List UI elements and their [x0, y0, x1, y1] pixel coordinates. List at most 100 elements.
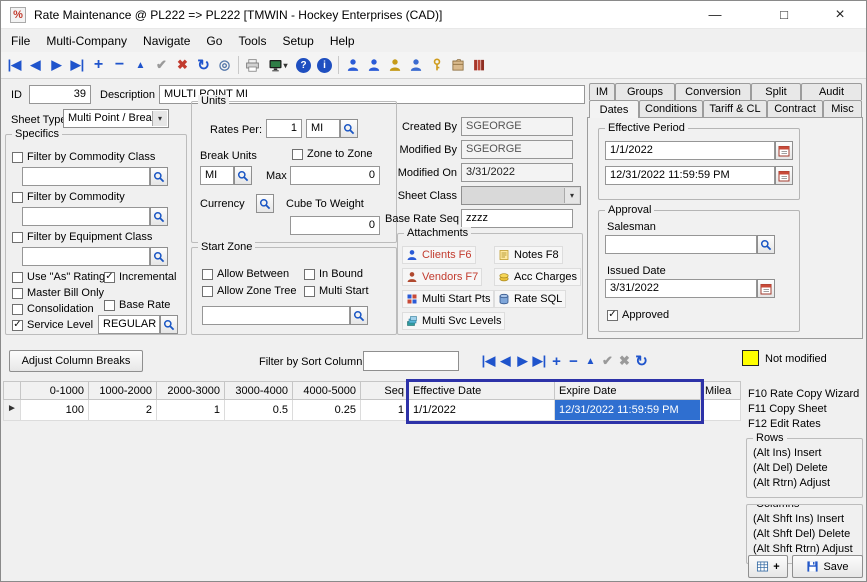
in-bound-checkbox[interactable]: In Bound — [304, 268, 363, 280]
acc-charges-button[interactable]: Acc Charges — [494, 268, 581, 286]
filter-commodity-checkbox[interactable]: Filter by Commodity — [12, 191, 125, 203]
f10-rate-copy-wizard[interactable]: F10 Rate Copy Wizard — [748, 388, 859, 400]
filter-commodity-class-checkbox[interactable]: Filter by Commodity Class — [12, 151, 155, 163]
user-button[interactable] — [363, 54, 384, 76]
incremental-checkbox[interactable]: ✓Incremental — [104, 271, 176, 283]
grid-cell-seq[interactable]: 1 — [361, 400, 409, 421]
rates-per-field[interactable]: 1 — [266, 119, 302, 138]
tab-audit[interactable]: Audit — [801, 83, 862, 100]
rows-insert-shortcut[interactable]: (Alt Ins) Insert — [753, 447, 821, 459]
allow-between-checkbox[interactable]: Allow Between — [202, 268, 289, 280]
menu-tools[interactable]: Tools — [230, 31, 274, 51]
rate-sql-button[interactable]: Rate SQL — [494, 290, 566, 308]
grid-prev-button[interactable]: ◀ — [497, 350, 514, 372]
commodity-field[interactable] — [22, 207, 150, 226]
print-button[interactable] — [242, 54, 263, 76]
save-button[interactable]: Save — [792, 555, 863, 578]
base-rate-seq-field[interactable]: zzzz — [461, 209, 573, 228]
f11-copy-sheet[interactable]: F11 Copy Sheet — [748, 403, 827, 415]
grid-header-effective-date[interactable]: Effective Date — [409, 381, 555, 400]
multi-svc-levels-button[interactable]: Multi Svc Levels — [402, 312, 505, 330]
books-button[interactable] — [468, 54, 489, 76]
equipment-class-lookup-button[interactable] — [150, 247, 168, 266]
grid-header-3000-4000[interactable]: 3000-4000 — [225, 381, 293, 400]
currency-lookup-button[interactable] — [256, 194, 274, 213]
salesman-field[interactable] — [605, 235, 757, 254]
approved-checkbox[interactable]: ✓Approved — [607, 309, 669, 321]
delete-record-button[interactable]: − — [109, 54, 130, 76]
terminal-dropdown-button[interactable]: ▾ — [263, 54, 293, 76]
columns-adjust-shortcut[interactable]: (Alt Shft Rtrn) Adjust — [753, 543, 853, 555]
effective-start-calendar-button[interactable] — [775, 141, 793, 160]
last-record-button[interactable]: ▶| — [67, 54, 88, 76]
grid-cell-effective-date[interactable]: 1/1/2022 — [409, 400, 555, 421]
multi-start-pts-button[interactable]: Multi Start Pts — [402, 290, 494, 308]
menu-navigate[interactable]: Navigate — [135, 31, 198, 51]
multi-start-checkbox[interactable]: Multi Start — [304, 285, 369, 297]
max-field[interactable]: 0 — [290, 166, 380, 185]
grid-cell-2000-3000[interactable]: 1 — [157, 400, 225, 421]
grid-up-button[interactable]: ▲ — [582, 350, 599, 372]
id-field[interactable]: 39 — [29, 85, 91, 104]
filter-by-sort-column-input[interactable] — [363, 351, 459, 371]
view-links-button[interactable]: ◎ — [214, 54, 235, 76]
grid-refresh-button[interactable]: ↻ — [633, 350, 650, 372]
sheet-type-select[interactable]: Multi Point / Break ▾ — [63, 109, 169, 128]
effective-start-field[interactable]: 1/1/2022 — [605, 141, 775, 160]
help-button[interactable]: ? — [293, 54, 314, 76]
confirm-button[interactable]: ✔ — [151, 54, 172, 76]
prev-record-button[interactable]: ◀ — [25, 54, 46, 76]
cube-to-weight-field[interactable]: 0 — [290, 216, 380, 235]
filter-equipment-class-checkbox[interactable]: Filter by Equipment Class — [12, 231, 152, 243]
next-record-button[interactable]: ▶ — [46, 54, 67, 76]
notes-button[interactable]: Notes F8 — [494, 246, 563, 264]
user-gold-button[interactable] — [384, 54, 405, 76]
grid-header-mileage[interactable]: Milea — [701, 381, 741, 400]
effective-end-field[interactable]: 12/31/2022 11:59:59 PM — [605, 166, 775, 185]
break-units-lookup-button[interactable] — [234, 166, 252, 185]
vendors-button[interactable]: Vendors F7 — [402, 268, 482, 286]
break-units-field[interactable]: MI — [200, 166, 234, 185]
menu-multi-company[interactable]: Multi-Company — [38, 31, 135, 51]
start-zone-lookup-button[interactable] — [350, 306, 368, 325]
refresh-button[interactable]: ↻ — [193, 54, 214, 76]
user-tools-button[interactable] — [405, 54, 426, 76]
commodity-class-lookup-button[interactable] — [150, 167, 168, 186]
master-bill-only-checkbox[interactable]: Master Bill Only — [12, 287, 104, 299]
columns-delete-shortcut[interactable]: (Alt Shft Del) Delete — [753, 528, 850, 540]
issued-date-calendar-button[interactable] — [757, 279, 775, 298]
service-level-field[interactable]: REGULAR — [98, 315, 160, 334]
tab-split[interactable]: Split — [751, 83, 801, 100]
salesman-lookup-button[interactable] — [757, 235, 775, 254]
rows-delete-shortcut[interactable]: (Alt Del) Delete — [753, 462, 828, 474]
grid-header-0-1000[interactable]: 0-1000 — [21, 381, 89, 400]
tab-contract[interactable]: Contract — [767, 100, 823, 117]
key-button[interactable] — [426, 54, 447, 76]
first-record-button[interactable]: |◀ — [4, 54, 25, 76]
rows-adjust-shortcut[interactable]: (Alt Rtrn) Adjust — [753, 477, 830, 489]
grid-cell-mileage[interactable] — [701, 400, 741, 421]
consolidation-checkbox[interactable]: Consolidation — [12, 303, 94, 315]
tab-conditions[interactable]: Conditions — [639, 100, 703, 117]
issued-date-field[interactable]: 3/31/2022 — [605, 279, 757, 298]
grid-cell-4000-5000[interactable]: 0.25 — [293, 400, 361, 421]
rates-per-unit-lookup-button[interactable] — [340, 119, 358, 138]
use-as-rating-checkbox[interactable]: Use "As" Rating — [12, 271, 105, 283]
grid-confirm-button[interactable]: ✔ — [599, 350, 616, 372]
grid-cell-0-1000[interactable]: 100 — [21, 400, 89, 421]
add-record-button[interactable]: + — [88, 54, 109, 76]
grid-first-button[interactable]: |◀ — [480, 350, 497, 372]
client-user-button[interactable] — [342, 54, 363, 76]
menu-go[interactable]: Go — [198, 31, 230, 51]
sheet-class-select[interactable]: ▾ — [461, 186, 581, 205]
maximize-button[interactable]: □ — [766, 1, 802, 28]
tab-conversion[interactable]: Conversion — [675, 83, 751, 100]
cancel-button[interactable]: ✖ — [172, 54, 193, 76]
menu-help[interactable]: Help — [322, 31, 363, 51]
grid-cell-3000-4000[interactable]: 0.5 — [225, 400, 293, 421]
tab-misc[interactable]: Misc — [823, 100, 862, 117]
card-index-button[interactable] — [447, 54, 468, 76]
grid-cell-1000-2000[interactable]: 2 — [89, 400, 157, 421]
commodity-lookup-button[interactable] — [150, 207, 168, 226]
grid-header-seq[interactable]: Seq — [361, 381, 409, 400]
